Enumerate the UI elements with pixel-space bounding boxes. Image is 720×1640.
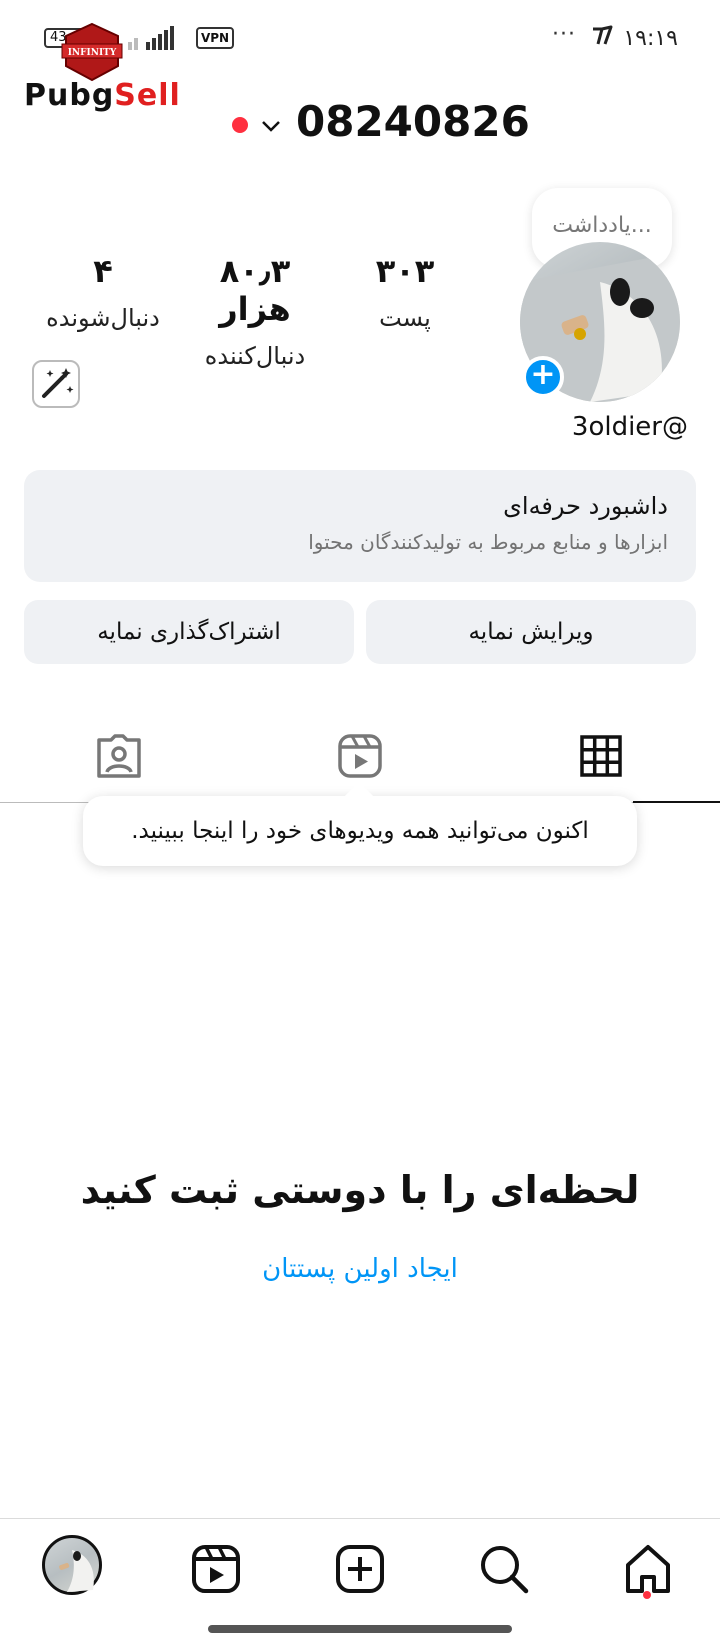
- nav-reels-icon[interactable]: [186, 1539, 246, 1599]
- nav-home-icon[interactable]: [618, 1539, 678, 1599]
- empty-state-title: لحظه‌ای را با دوستی ثبت کنید: [80, 1168, 640, 1212]
- bottom-navigation: [0, 1518, 720, 1640]
- stat-followers[interactable]: ۸۰٫۳ هزار دنبال‌کننده: [180, 252, 330, 370]
- stat-following[interactable]: ۴ دنبال‌شونده: [28, 252, 178, 332]
- add-story-button[interactable]: +: [522, 356, 564, 398]
- notification-dot: [232, 117, 248, 133]
- following-label: دنبال‌شونده: [46, 304, 160, 332]
- stat-posts[interactable]: ۳۰۳ پست: [330, 252, 480, 332]
- profile-handle: 3oldier@: [571, 412, 688, 442]
- clock: ۱۹:۱۹: [623, 26, 678, 51]
- tagged-icon[interactable]: [95, 732, 143, 780]
- nav-search-icon[interactable]: [474, 1539, 534, 1599]
- dashboard-title: داشبورد حرفه‌ای: [503, 492, 668, 520]
- professional-dashboard-card[interactable]: داشبورد حرفه‌ای ابزارها و منابع مربوط به…: [24, 470, 696, 582]
- home-notification-dot: [643, 1591, 651, 1599]
- infinity-logo: INFINITY: [61, 22, 123, 82]
- reels-icon[interactable]: [336, 732, 384, 780]
- chevron-down-icon[interactable]: [258, 113, 284, 139]
- dashboard-subtitle: ابزارها و منابع مربوط به تولیدکنندگان مح…: [308, 530, 668, 554]
- vpn-icon: VPN: [196, 27, 234, 49]
- magic-wand-button[interactable]: [32, 360, 80, 408]
- posts-count: ۳۰۳: [375, 252, 435, 290]
- create-first-post-link[interactable]: ایجاد اولین پستتان: [0, 1254, 720, 1284]
- more-notifications-icon: ···: [552, 22, 576, 47]
- infinity-logo-text: INFINITY: [68, 48, 117, 58]
- nav-profile-avatar[interactable]: [42, 1535, 102, 1595]
- following-count: ۴: [93, 252, 113, 290]
- notification-app-icon: [593, 25, 613, 45]
- reels-tooltip[interactable]: اکنون می‌توانید همه ویدیوهای خود را اینج…: [83, 796, 637, 866]
- followers-label: دنبال‌کننده: [204, 342, 306, 370]
- home-gesture-bar[interactable]: [208, 1625, 512, 1633]
- share-profile-button[interactable]: اشتراک‌گذاری نمایه: [24, 600, 354, 664]
- nav-create-icon[interactable]: [330, 1539, 390, 1599]
- edit-profile-button[interactable]: ویرایش نمایه: [366, 600, 696, 664]
- account-switcher-username[interactable]: 08240826: [296, 97, 530, 146]
- followers-count: ۸۰٫۳ هزار: [219, 252, 291, 328]
- grid-icon[interactable]: [577, 732, 625, 780]
- posts-label: پست: [379, 304, 431, 332]
- nav-avatar-photo: [59, 1550, 94, 1592]
- magic-wand-icon: [42, 368, 74, 398]
- active-tab-indicator: [633, 801, 720, 803]
- profile-header: 08240826: [0, 95, 720, 155]
